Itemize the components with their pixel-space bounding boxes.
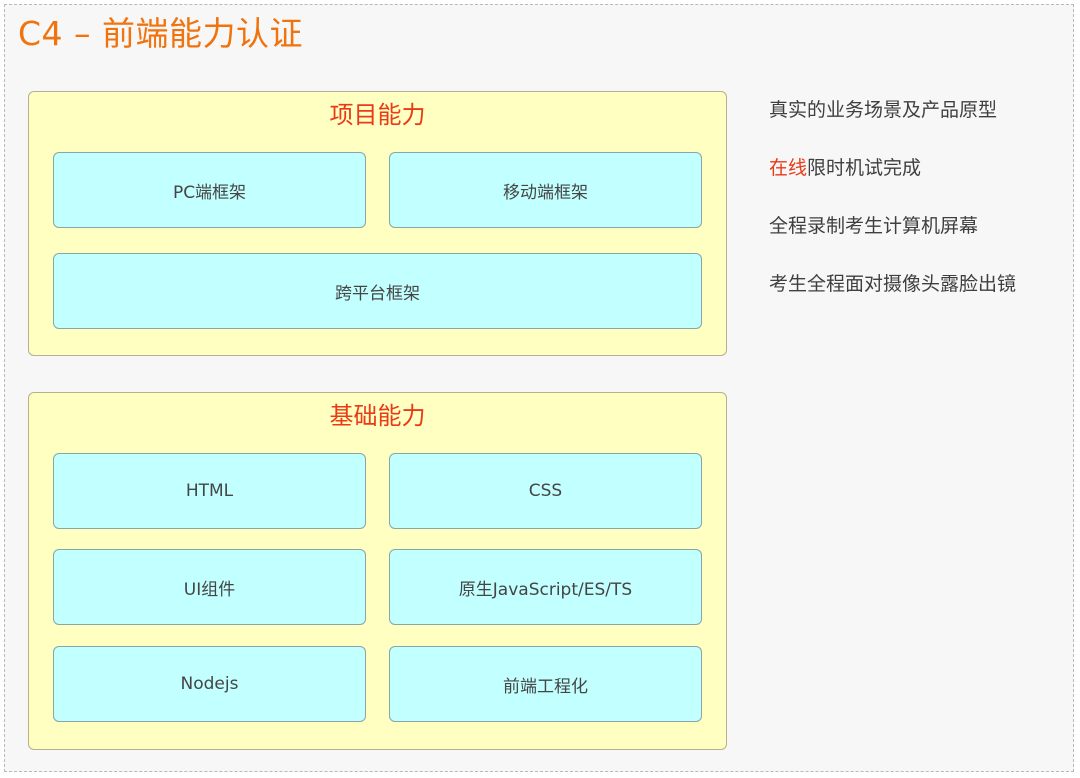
box-nodejs: Nodejs xyxy=(53,646,366,722)
note-highlight: 在线 xyxy=(769,157,808,179)
note-item: 在线限时机试完成 xyxy=(769,154,921,182)
group-base-ability: 基础能力 HTML CSS UI组件 原生JavaScript/ES/TS No… xyxy=(28,392,727,750)
box-frontend-engineering: 前端工程化 xyxy=(389,646,702,722)
page-title: C4 – 前端能力认证 xyxy=(18,14,304,53)
box-mobile-framework: 移动端框架 xyxy=(389,152,702,228)
box-css: CSS xyxy=(389,453,702,529)
box-native-js: 原生JavaScript/ES/TS xyxy=(389,549,702,625)
box-cross-platform-framework: 跨平台框架 xyxy=(53,253,702,329)
note-text: 限时机试完成 xyxy=(807,157,922,179)
box-ui-components: UI组件 xyxy=(53,549,366,625)
note-item: 全程录制考生计算机屏幕 xyxy=(769,212,978,240)
box-pc-framework: PC端框架 xyxy=(53,152,366,228)
box-html: HTML xyxy=(53,453,366,529)
note-item: 真实的业务场景及产品原型 xyxy=(769,96,997,124)
group-title-project: 项目能力 xyxy=(329,101,426,129)
note-item: 考生全程面对摄像头露脸出镜 xyxy=(769,270,1016,298)
group-project-ability: 项目能力 PC端框架 移动端框架 跨平台框架 xyxy=(28,91,727,356)
group-title-base: 基础能力 xyxy=(329,402,426,430)
note-text: 考生全程面对摄像头露脸出镜 xyxy=(769,273,1017,295)
note-text: 全程录制考生计算机屏幕 xyxy=(769,215,979,237)
note-text: 真实的业务场景及产品原型 xyxy=(769,99,998,121)
